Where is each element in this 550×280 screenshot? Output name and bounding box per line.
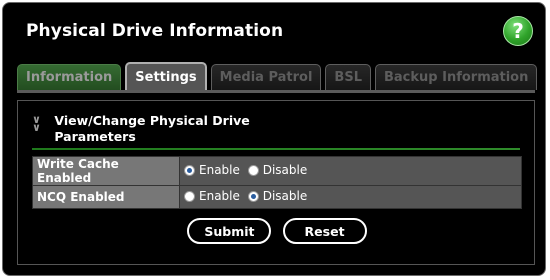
tab-label: Settings xyxy=(135,69,197,85)
settings-content: ∨ ∨ View/Change Physical Drive Parameters… xyxy=(17,100,535,265)
write-cache-disable-radio[interactable]: Disable xyxy=(247,163,308,178)
ncq-enable-radio[interactable]: Enable xyxy=(184,189,240,203)
ncq-options: Enable Disable xyxy=(179,185,522,209)
table-row: Write Cache Enabled Enable Disable xyxy=(32,156,522,186)
double-chevron-down-icon[interactable]: ∨ ∨ xyxy=(32,114,50,133)
tab-bsl: BSL xyxy=(325,64,371,90)
ncq-label: NCQ Enabled xyxy=(32,185,180,209)
radio-label: Enable xyxy=(199,189,240,204)
submit-button[interactable]: Submit xyxy=(187,218,272,244)
ncq-disable-radio[interactable]: Disable xyxy=(247,189,308,204)
tab-media-patrol: Media Patrol xyxy=(210,64,322,90)
tab-label: Information xyxy=(26,70,113,85)
radio-checked-icon[interactable] xyxy=(184,164,195,176)
radio-label: Disable xyxy=(262,189,308,204)
tab-label: BSL xyxy=(334,70,362,85)
parameters-table: Write Cache Enabled Enable Disable NCQ E… xyxy=(32,156,522,209)
reset-button[interactable]: Reset xyxy=(282,218,367,244)
help-icon[interactable]: ? xyxy=(503,16,533,46)
section-divider xyxy=(32,148,520,150)
button-row: Submit Reset xyxy=(18,218,536,244)
tab-underline xyxy=(17,90,535,93)
tab-information[interactable]: Information xyxy=(17,64,122,90)
write-cache-label: Write Cache Enabled xyxy=(32,156,180,186)
radio-checked-icon[interactable] xyxy=(247,190,259,202)
radio-unchecked-icon[interactable] xyxy=(184,190,195,202)
radio-label: Enable xyxy=(199,163,240,178)
tab-bar: Information Settings Media Patrol BSL Ba… xyxy=(17,62,541,90)
tab-label: Backup Information xyxy=(383,70,529,85)
radio-label: Disable xyxy=(262,163,308,178)
tab-label: Media Patrol xyxy=(219,70,313,85)
section-header[interactable]: ∨ ∨ View/Change Physical Drive Parameters xyxy=(32,113,250,145)
section-title: View/Change Physical Drive Parameters xyxy=(54,113,249,145)
section-title-line1: View/Change Physical Drive xyxy=(54,113,250,128)
section-title-line2: Parameters xyxy=(54,129,136,144)
write-cache-options: Enable Disable xyxy=(179,156,522,186)
page-title: Physical Drive Information xyxy=(26,21,284,41)
tab-backup-information: Backup Information xyxy=(374,64,538,90)
physical-drive-panel: Physical Drive Information ? Information… xyxy=(2,2,546,276)
tab-settings[interactable]: Settings xyxy=(125,62,207,90)
table-row: NCQ Enabled Enable Disable xyxy=(32,185,522,209)
radio-unchecked-icon[interactable] xyxy=(247,164,259,176)
write-cache-enable-radio[interactable]: Enable xyxy=(184,163,240,177)
